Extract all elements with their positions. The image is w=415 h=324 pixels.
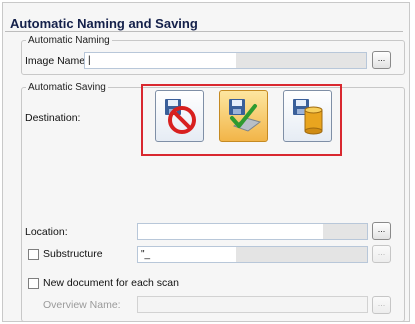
automatic-naming-legend: Automatic Naming xyxy=(28,35,110,46)
substructure-input[interactable]: "_ xyxy=(137,246,368,263)
overview-name-label: Overview Name: xyxy=(43,299,121,311)
image-name-input[interactable]: | xyxy=(84,52,367,69)
section-title: Automatic Naming and Saving xyxy=(10,16,198,31)
location-browse-button[interactable]: ... xyxy=(372,222,391,240)
location-input-fill xyxy=(323,224,367,239)
new-document-checkbox[interactable] xyxy=(28,278,39,289)
image-name-label: Image Name: xyxy=(25,55,89,67)
location-input[interactable] xyxy=(137,223,368,240)
substructure-input-fill xyxy=(236,247,367,262)
no-save-icon xyxy=(164,99,196,134)
image-name-value: | xyxy=(88,55,91,66)
substructure-browse-button[interactable]: ... xyxy=(372,245,391,263)
save-to-database-icon xyxy=(292,99,322,135)
image-name-browse-button[interactable]: ... xyxy=(372,51,391,69)
save-checkmark-icon xyxy=(228,99,261,132)
substructure-label: Substructure xyxy=(43,248,103,260)
destination-no-save-button[interactable] xyxy=(155,90,204,142)
overview-name-browse-button[interactable]: ... xyxy=(372,296,391,314)
automatic-saving-legend: Automatic Saving xyxy=(28,82,106,93)
image-name-input-fill xyxy=(236,53,366,68)
title-separator xyxy=(5,31,403,32)
destination-label: Destination: xyxy=(25,112,81,124)
substructure-value: "_ xyxy=(141,249,151,260)
location-label: Location: xyxy=(25,226,68,238)
overview-name-input[interactable] xyxy=(137,296,368,313)
destination-save-to-disk-button[interactable] xyxy=(219,90,268,142)
destination-save-to-database-button[interactable] xyxy=(283,90,332,142)
new-document-label: New document for each scan xyxy=(43,277,179,289)
substructure-checkbox[interactable] xyxy=(28,249,39,260)
